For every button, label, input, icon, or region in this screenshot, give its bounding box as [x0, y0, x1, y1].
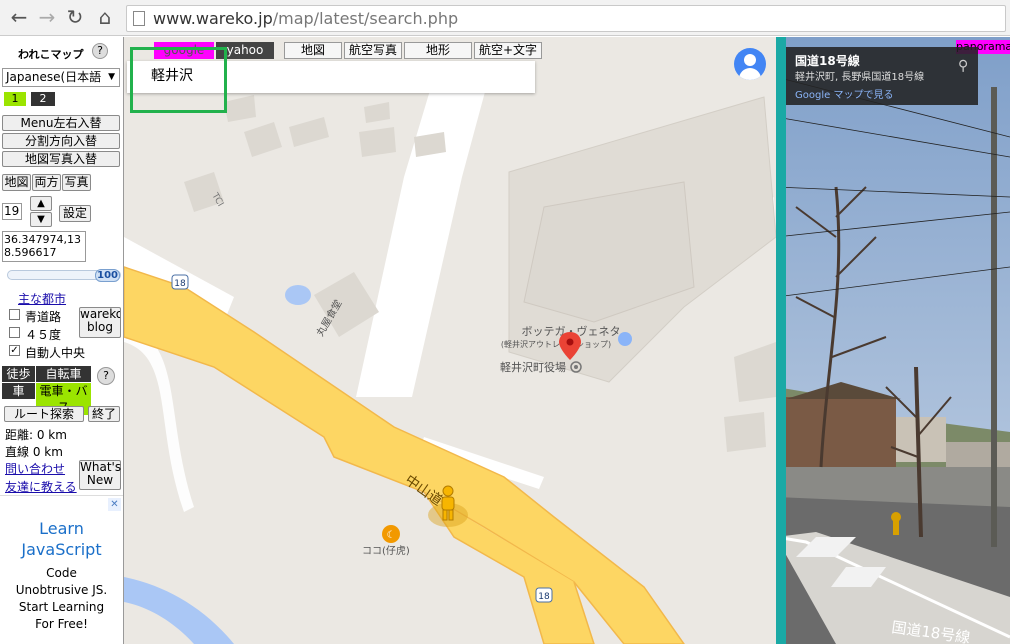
address-bar[interactable]: www.wareko.jp/map/latest/search.php	[126, 5, 1006, 32]
street-view-panel[interactable]: 国道18号線 panorama 国道18号線 軽井沢町, 長野県国道18号線 G…	[776, 37, 1010, 644]
auto-center-label: 自動人中央	[25, 346, 86, 360]
zoom-up-button[interactable]: ▲	[30, 196, 52, 211]
zoom-slider[interactable]: 100	[7, 269, 121, 282]
language-select[interactable]: Japanese(日本語 ▼	[2, 68, 120, 87]
home-icon[interactable]: ⌂	[94, 6, 116, 28]
mode-help-button[interactable]: ?	[97, 367, 115, 385]
sv-maps-link[interactable]: Google マップで見る	[795, 86, 893, 101]
forward-arrow-icon[interactable]: →	[36, 6, 58, 28]
help-button[interactable]: ?	[92, 43, 108, 59]
ad-banner[interactable]: ✕ Learn JavaScript Code Unobtrusive JS. …	[0, 495, 123, 644]
route-18-label-bottom: 18	[538, 592, 550, 602]
wareko-blog-button[interactable]: wareko blog	[79, 307, 121, 338]
ad-line2: JavaScript	[21, 540, 102, 559]
label-townhall: 軽井沢町役場	[500, 360, 566, 374]
mode-bike-button[interactable]: 自転車	[36, 366, 91, 382]
straight-text: 直線 0 km	[5, 445, 63, 459]
tell-friend-link[interactable]: 友達に教える	[5, 478, 77, 495]
split-swap-button[interactable]: 分割方向入替	[2, 133, 120, 149]
location-pin-icon[interactable]: ⚲	[958, 59, 968, 73]
ad-line1: Learn	[39, 519, 84, 538]
distance-text: 距離: 0 km	[5, 428, 67, 442]
route-end-button[interactable]: 終了	[88, 406, 120, 422]
menu-swap-button[interactable]: Menu左右入替	[2, 115, 120, 131]
slider-handle[interactable]: 100	[95, 269, 120, 282]
tab-2[interactable]: 2	[31, 92, 55, 106]
type-aerial-text-button[interactable]: 航空+文字	[474, 42, 542, 59]
type-aerial-button[interactable]: 航空写真	[344, 42, 402, 59]
type-terrain-button[interactable]: 地形	[404, 42, 472, 59]
map-canvas: 18 18 TCI 丸屋食堂 ボッテガ・ヴェネタ (軽井沢アウトレットショップ)…	[124, 37, 776, 644]
whats-new-button[interactable]: What's New	[79, 460, 121, 490]
view-both-button[interactable]: 両方	[32, 174, 61, 191]
angle45-checkbox[interactable]	[9, 327, 20, 338]
major-cities-link[interactable]: 主な都市	[18, 290, 66, 307]
account-avatar-icon[interactable]	[734, 48, 766, 80]
sv-title: 国道18号線	[795, 54, 860, 68]
aozora-checkbox[interactable]	[9, 309, 20, 320]
tab-1[interactable]: 1	[4, 92, 26, 106]
contact-link[interactable]: 問い合わせ	[5, 460, 65, 477]
street-view-image: 国道18号線	[776, 37, 1010, 644]
svg-text:☾: ☾	[387, 530, 396, 541]
sv-subtitle: 軽井沢町, 長野県国道18号線	[795, 72, 925, 83]
ad-line3: Code	[46, 566, 77, 580]
language-select-value: Japanese(日本語	[6, 70, 102, 84]
angle45-label: ４５度	[25, 328, 62, 342]
auto-center-checkbox[interactable]: ✓	[9, 345, 20, 356]
ad-line5: Start Learning	[18, 600, 105, 614]
url-text: www.wareko.jp/map/latest/search.php	[153, 9, 459, 28]
map-photo-swap-button[interactable]: 地図写真入替	[2, 151, 120, 167]
view-photo-button[interactable]: 写真	[62, 174, 91, 191]
sidebar: われこマップ ? Japanese(日本語 ▼ 1 2 Menu左右入替 分割方…	[0, 37, 124, 644]
page-icon	[133, 11, 145, 26]
ad-line4: Unobtrusive JS.	[15, 583, 108, 597]
set-button[interactable]: 設定	[59, 205, 91, 222]
label-koko: ココ(仔虎)	[362, 545, 410, 557]
route-18-label-top: 18	[174, 279, 186, 289]
ad-choices-icon[interactable]: ✕	[108, 498, 121, 511]
coords-field[interactable]: 36.347974,138.596617	[2, 231, 86, 262]
chevron-down-icon: ▼	[108, 72, 115, 82]
type-map-button[interactable]: 地図	[284, 42, 342, 59]
mode-walk-button[interactable]: 徒歩	[2, 366, 35, 382]
ad-line6: For Free!	[35, 617, 88, 631]
zoom-down-button[interactable]: ▼	[30, 212, 52, 227]
route-search-button[interactable]: ルート探索	[4, 406, 84, 422]
search-highlight-box	[130, 47, 227, 113]
zoom-input[interactable]: 19	[2, 203, 22, 220]
panel-divider[interactable]	[776, 37, 786, 644]
label-bottega-2: (軽井沢アウトレットショップ)	[501, 339, 611, 349]
browser-toolbar: ← → ↻ ⌂ www.wareko.jp/map/latest/search.…	[0, 0, 1010, 36]
mode-car-button[interactable]: 車	[2, 383, 35, 399]
back-arrow-icon[interactable]: ←	[8, 6, 30, 28]
aozora-label: 青道路	[25, 310, 62, 324]
reload-icon[interactable]: ↻	[64, 6, 86, 28]
street-view-info-card: 国道18号線 軽井沢町, 長野県国道18号線 Google マップで見る ⚲	[786, 47, 978, 105]
view-map-button[interactable]: 地図	[2, 174, 31, 191]
map-view[interactable]: 18 18 TCI 丸屋食堂 ボッテガ・ヴェネタ (軽井沢アウトレットショップ)…	[124, 37, 776, 644]
app-title: われこマップ	[18, 48, 84, 61]
